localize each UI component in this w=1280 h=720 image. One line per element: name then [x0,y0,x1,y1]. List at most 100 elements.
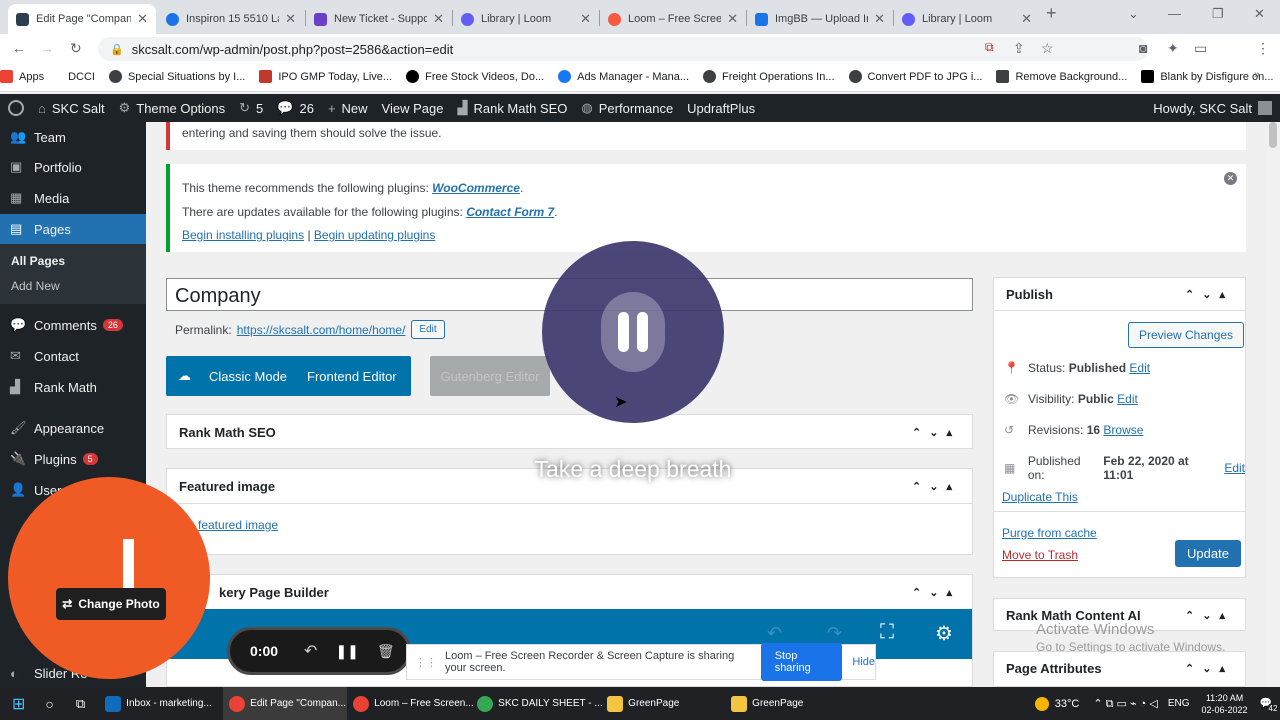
restore-button[interactable]: ❐ [1212,6,1224,22]
back-icon[interactable]: ← [12,40,26,56]
extensions-puzzle-icon[interactable]: ✦ [1167,40,1179,57]
notifications-icon[interactable]: 💬 42 [1260,698,1278,713]
tab-edit-page[interactable]: Edit Page "Compan ✕ [8,4,156,34]
language-indicator[interactable]: ENG [1168,698,1190,709]
minimize-button[interactable]: — [1168,6,1181,21]
adminbar-comments[interactable]: 💬 26 [277,100,314,116]
redo-icon[interactable]: ↷ [827,623,842,644]
taskbar-app-greenpage-1[interactable]: GreenPage [601,687,725,720]
wordpress-logo-icon[interactable] [8,100,24,116]
published-edit-link[interactable]: Edit [1224,461,1245,475]
change-photo-button[interactable]: ⇄ Change Photo [56,588,166,620]
contact-form-link[interactable]: Contact Form 7 [466,205,554,219]
submenu-all-pages[interactable]: All Pages [0,249,146,273]
weather-temp[interactable]: 33°C [1055,698,1080,710]
task-view-icon[interactable]: ⧉ [76,696,85,712]
sidebar-item-comments[interactable]: 💬 Comments 26 [0,310,146,340]
status-edit-link[interactable]: Edit [1129,361,1150,375]
tray-icons[interactable]: ⌃ ⧉ ▭ ⌁ ◔ ◁ [1093,697,1157,711]
trash-icon[interactable]: 🗑 [377,643,395,660]
adminbar-performance[interactable]: ◍ Performance [581,100,673,116]
adminbar-new[interactable]: + New [328,101,368,116]
gutenberg-editor-button[interactable]: Gutenberg Editor [430,356,550,396]
tab-loom-library[interactable]: Library | Loom ✕ [453,4,599,34]
sidebar-item-pages[interactable]: ▤ Pages [0,214,146,244]
close-tab-icon[interactable]: ✕ [1021,11,1032,27]
drag-handle-icon[interactable]: ⋮⋮ [415,656,437,669]
taskbar-app-outlook[interactable]: Inbox - marketing... [99,687,223,720]
adminbar-rank-math[interactable]: ▟ Rank Math SEO [457,100,567,116]
purge-cache-link[interactable]: Purge from cache [1002,526,1097,540]
close-window-button[interactable]: ✕ [1254,6,1265,22]
bookmark-dcci[interactable]: DCCI [68,71,95,83]
wpbakery-header[interactable]: kery Page Builder ⌃⌄▴ [167,575,972,609]
adminbar-updraft[interactable]: UpdraftPlus [687,101,755,116]
sidebar-item-appearance[interactable]: 🖌 Appearance [0,413,146,443]
bookmark-special-situations[interactable]: Special Situations by I... [108,70,245,83]
undo-icon[interactable]: ↶ [767,623,782,644]
windows-start-icon[interactable]: ⊞ [12,694,25,714]
publish-header[interactable]: Publish ⌃⌄▴ [994,278,1245,310]
tab-loom-library-2[interactable]: Library | Loom ✕ [894,4,1040,34]
page-scrollbar[interactable] [1266,122,1280,687]
dismiss-notice-icon[interactable]: ✕ [1224,172,1237,185]
tab-imgbb[interactable]: ImgBB — Upload In ✕ [747,4,893,34]
adminbar-howdy[interactable]: Howdy, SKC Salt [1153,101,1272,116]
box-controls-icon[interactable]: ⌃⌄▴ [912,480,960,493]
permalink-url[interactable]: https://skcsalt.com/home/home/ [237,323,406,337]
side-panel-icon[interactable]: ▭ [1194,40,1207,57]
sidebar-item-rank-math[interactable]: ▟ Rank Math [0,372,146,402]
adminbar-site[interactable]: ⌂ SKC Salt [38,101,105,116]
fullscreen-icon[interactable]: ⛶ [880,621,894,644]
sidebar-item-portfolio[interactable]: ▣ Portfolio [0,152,146,182]
sidebar-item-media[interactable]: ▦ Media [0,183,146,213]
restart-icon[interactable]: ↶ [304,641,317,661]
classic-mode-button[interactable]: Classic Mode [209,369,287,384]
reload-icon[interactable]: ↻ [70,40,82,57]
page-attributes-header[interactable]: Page Attributes ⌃⌄▴ [994,652,1245,684]
rank-math-seo-header[interactable]: Rank Math SEO ⌃⌄▴ [167,415,972,449]
loom-camera-bubble[interactable]: ⇄ Change Photo [8,477,210,679]
update-button[interactable]: Update [1175,540,1241,567]
blocked-popup-icon[interactable]: ⧉ [985,40,994,55]
close-tab-icon[interactable]: ✕ [727,11,738,27]
close-tab-icon[interactable]: ✕ [285,11,296,27]
share-icon[interactable]: ⇪ [1013,40,1025,57]
extension-2-icon[interactable]: ◙ [1139,40,1147,56]
tab-new-ticket[interactable]: New Ticket - Suppo ✕ [306,4,452,34]
begin-updating-link[interactable]: Begin updating plugins [314,228,435,242]
set-featured-image-link[interactable]: featured image [198,518,278,532]
bookmark-stock-videos[interactable]: Free Stock Videos, Do... [406,70,544,83]
taskbar-app-greenpage-2[interactable]: GreenPage [725,687,849,720]
box-controls-icon[interactable]: ⌃⌄▴ [1185,662,1233,675]
visibility-edit-link[interactable]: Edit [1117,392,1138,406]
bookmark-star-icon[interactable]: ☆ [1041,40,1054,57]
permalink-edit-button[interactable]: Edit [411,320,445,339]
box-controls-icon[interactable]: ⌃⌄▴ [1185,288,1233,301]
search-icon[interactable]: ○ [45,696,53,712]
taskbar-app-sheet[interactable]: SKC DAILY SHEET - ... [471,687,603,720]
close-tab-icon[interactable]: ✕ [433,11,444,27]
bookmark-apps[interactable]: Apps [0,70,44,83]
preview-changes-button[interactable]: Preview Changes [1128,322,1245,348]
settings-gear-icon[interactable]: ⚙ [935,621,953,646]
duplicate-link[interactable]: Duplicate This [1002,490,1078,504]
tab-loom-free[interactable]: Loom – Free Screen ✕ [600,4,746,34]
stop-sharing-button[interactable]: Stop sharing [760,643,843,681]
sidebar-item-plugins[interactable]: 🔌 Plugins 5 [0,444,146,474]
adminbar-updates[interactable]: ↻ 5 [239,100,263,116]
forward-icon[interactable]: → [40,40,54,56]
close-tab-icon[interactable]: ✕ [874,11,885,27]
adminbar-view-page[interactable]: View Page [382,101,444,116]
bookmark-convert-pdf[interactable]: Convert PDF to JPG i... [848,70,982,83]
bookmark-ads-manager[interactable]: Ads Manager - Mana... [558,70,689,83]
close-tab-icon[interactable]: ✕ [137,11,148,27]
clock[interactable]: 11:20 AM 02-06-2022 [1202,692,1248,716]
box-controls-icon[interactable]: ⌃⌄▴ [1185,609,1233,622]
move-to-trash-link[interactable]: Move to Trash [1002,548,1078,562]
woocommerce-link[interactable]: WooCommerce [432,181,520,195]
submenu-add-new[interactable]: Add New [0,274,146,298]
box-controls-icon[interactable]: ⌃⌄▴ [912,426,960,439]
loom-paused-circle[interactable] [542,241,724,423]
tab-inspiron[interactable]: Inspiron 15 5510 La ✕ [158,4,304,34]
